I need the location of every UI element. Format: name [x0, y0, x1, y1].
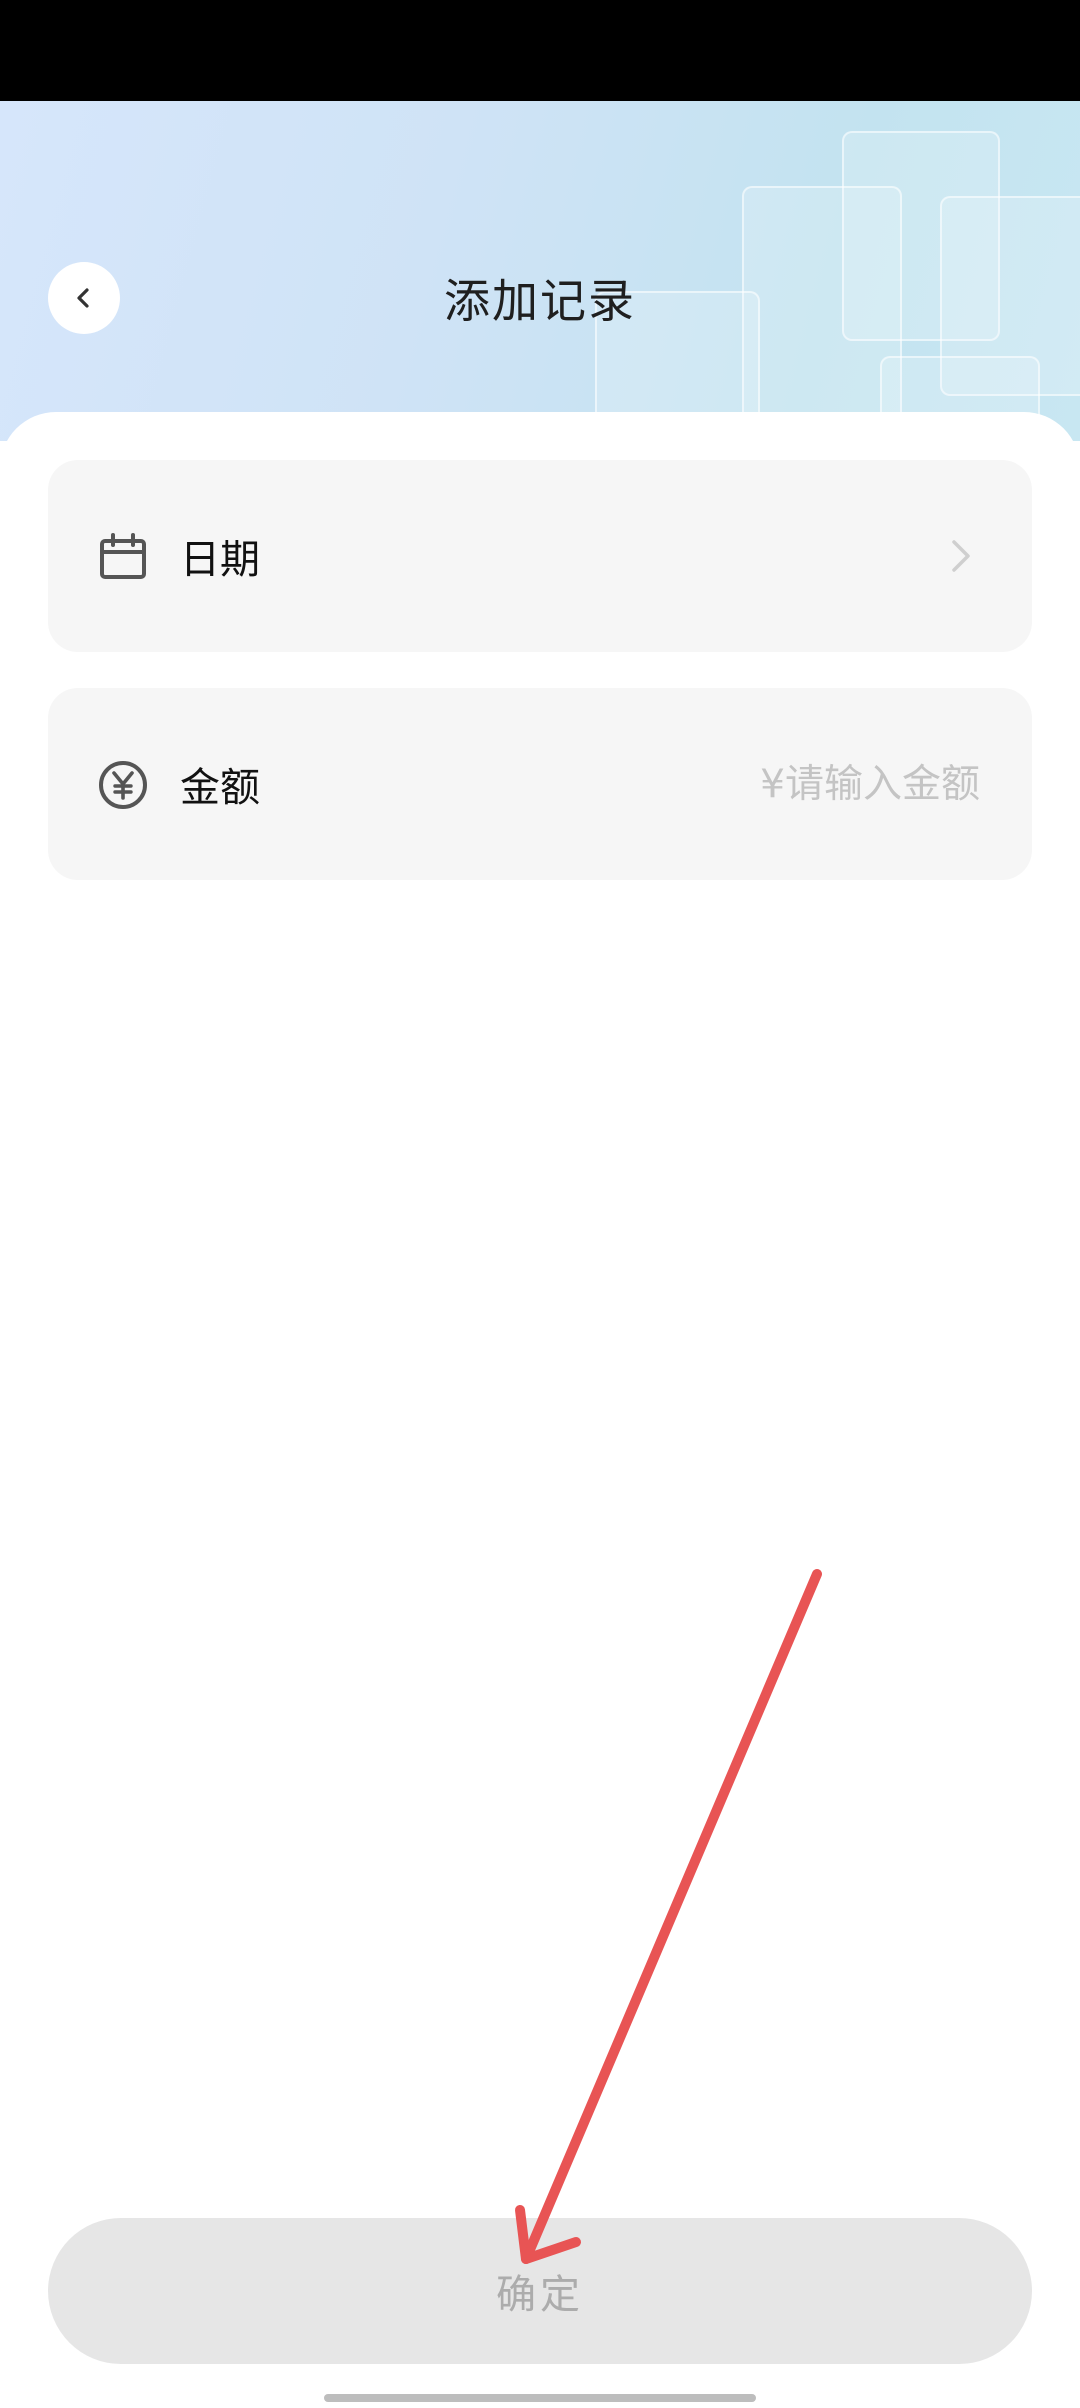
date-field[interactable]: 日期 — [48, 460, 1032, 652]
confirm-button[interactable]: 确定 — [48, 2218, 1032, 2364]
date-label: 日期 — [180, 537, 260, 583]
amount-input[interactable] — [580, 754, 980, 814]
yen-circle-icon — [98, 760, 148, 810]
page-title: 添加记录 — [444, 274, 636, 328]
home-indicator — [324, 2394, 756, 2402]
status-bar — [0, 0, 1080, 101]
amount-field: 金额 — [48, 688, 1032, 880]
chevron-right-icon — [940, 536, 980, 576]
add-record-screen: 添加记录 日期 金额 ¥请输入金额 确定 — [0, 0, 1080, 2408]
amount-label: 金额 — [180, 765, 260, 811]
calendar-icon — [98, 532, 148, 582]
